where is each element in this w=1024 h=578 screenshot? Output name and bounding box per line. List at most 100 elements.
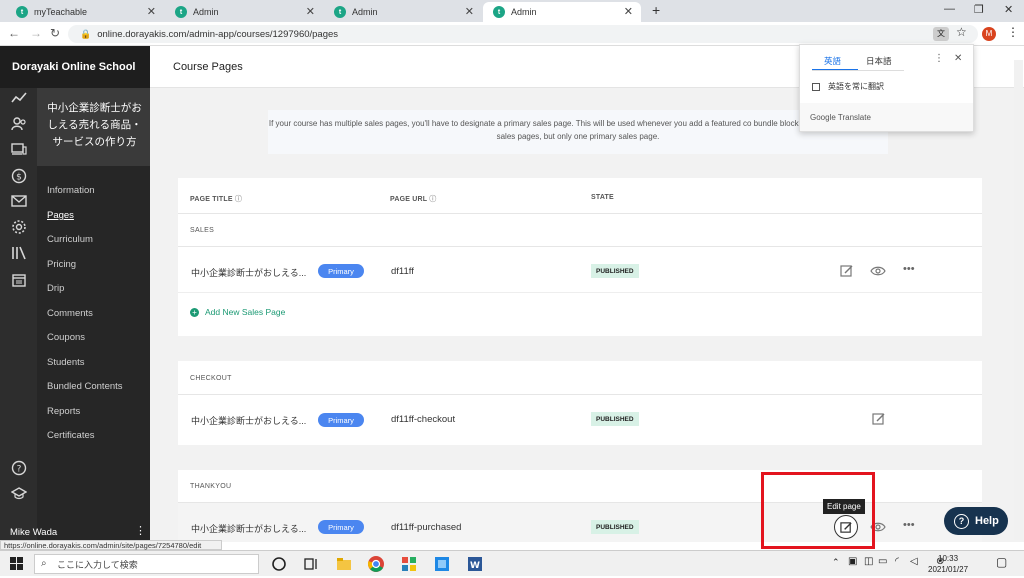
tray-chevron-icon[interactable]: ⌃ <box>832 557 840 568</box>
sidebar-item-curriculum[interactable]: Curriculum <box>47 234 93 245</box>
sidebar-item-certificates[interactable]: Certificates <box>47 430 95 441</box>
forward-icon[interactable]: → <box>30 26 42 40</box>
add-new-sales-page-link[interactable]: + Add New Sales Page <box>190 307 285 317</box>
tab-myteachable[interactable]: t myTeachable ✕ <box>6 2 164 22</box>
devices-icon[interactable] <box>10 142 27 159</box>
page-row-title[interactable]: 中小企業診断士がおしえる... <box>191 414 306 427</box>
close-tab-icon[interactable]: ✕ <box>465 5 474 18</box>
svg-text:$: $ <box>16 173 22 183</box>
always-translate-checkbox[interactable] <box>812 83 820 91</box>
page-row-url[interactable]: df11ff <box>391 266 414 277</box>
file-explorer-icon[interactable] <box>335 555 353 573</box>
cortana-icon[interactable] <box>270 555 288 573</box>
always-translate-label: 英語を常に翻訳 <box>828 82 884 91</box>
page-row-url[interactable]: df11ff-purchased <box>391 522 461 533</box>
close-tab-icon[interactable]: ✕ <box>306 5 315 18</box>
divider <box>178 213 982 214</box>
more-options-icon[interactable]: ••• <box>903 263 917 277</box>
section-title-sales: SALES <box>190 227 215 234</box>
new-tab-icon[interactable]: + <box>652 2 660 18</box>
windows-start-icon[interactable] <box>10 557 23 570</box>
tray-app-icon[interactable]: ◫ <box>864 556 873 567</box>
tab-admin-active[interactable]: t Admin ✕ <box>483 2 641 22</box>
divider <box>178 292 982 293</box>
sidebar-item-coupons[interactable]: Coupons <box>47 332 85 343</box>
profile-avatar[interactable]: M <box>982 27 996 41</box>
close-tab-icon[interactable]: ✕ <box>147 5 156 18</box>
edit-icon[interactable] <box>872 412 886 426</box>
scrollbar[interactable] <box>1014 60 1023 540</box>
translate-menu-icon[interactable]: ⋮ <box>934 53 944 64</box>
translate-icon[interactable]: 文 <box>933 27 949 41</box>
restore-icon[interactable]: ❐ <box>974 3 984 16</box>
sidebar-item-pages[interactable]: Pages <box>47 210 74 221</box>
word-icon[interactable]: W <box>466 555 484 573</box>
sidebar-item-drip[interactable]: Drip <box>47 283 64 294</box>
browser-menu-icon[interactable]: ⋮ <box>1007 25 1019 39</box>
sidebar-item-comments[interactable]: Comments <box>47 308 93 319</box>
page-row-title[interactable]: 中小企業診断士がおしえる... <box>191 522 306 535</box>
dollar-icon[interactable]: $ <box>10 168 27 185</box>
user-menu-icon[interactable]: ⋮ <box>135 524 146 537</box>
library-icon[interactable] <box>10 246 27 263</box>
primary-badge: Primary <box>318 264 364 278</box>
settings-gear-icon[interactable] <box>10 219 27 236</box>
app-grid-icon[interactable] <box>400 555 418 573</box>
graduation-cap-icon[interactable] <box>10 486 27 503</box>
window-close-icon[interactable]: ✕ <box>1004 3 1013 16</box>
search-icon: ⌕ <box>41 558 47 569</box>
battery-icon[interactable]: ▭ <box>878 556 887 567</box>
task-view-icon[interactable] <box>302 555 320 573</box>
user-name[interactable]: Mike Wada <box>10 527 57 538</box>
chrome-icon[interactable] <box>367 555 385 573</box>
info-icon: ⓘ <box>429 196 437 203</box>
tab-admin-1[interactable]: t Admin ✕ <box>165 2 323 22</box>
sidebar-item-reports[interactable]: Reports <box>47 406 80 417</box>
highlight-box <box>761 472 875 549</box>
help-button[interactable]: ? Help <box>944 507 1008 535</box>
translate-popup: 英語 日本語 ⋮ ✕ 英語を常に翻訳 Google Translate <box>799 44 974 132</box>
calendar-icon[interactable] <box>10 272 27 289</box>
tab-admin-2[interactable]: t Admin ✕ <box>324 2 482 22</box>
volume-icon[interactable]: ◁ <box>910 556 918 567</box>
google-translate-brand: Google Translate <box>810 113 871 122</box>
back-icon[interactable]: ← <box>8 26 20 40</box>
browser-tab-strip: t myTeachable ✕ t Admin ✕ t Admin ✕ t Ad… <box>0 0 1024 22</box>
taskbar-clock[interactable]: 10:33 2021/01/27 <box>928 553 968 575</box>
course-title[interactable]: 中小企業診断士がおしえる売れる商品・サービスの作り方 <box>37 88 150 166</box>
lang-from-tab[interactable]: 英語 <box>824 55 841 67</box>
page-row-title[interactable]: 中小企業診断士がおしえる... <box>191 266 306 279</box>
edit-icon[interactable] <box>840 264 854 278</box>
school-name[interactable]: Dorayaki Online School <box>0 46 150 88</box>
sidebar-item-bundled-contents[interactable]: Bundled Contents <box>47 381 123 392</box>
mail-icon[interactable] <box>10 194 27 211</box>
bookmark-star-icon[interactable]: ☆ <box>956 25 967 39</box>
tray-app-icon[interactable]: ▣ <box>848 556 857 567</box>
notifications-icon[interactable]: ▢ <box>996 555 1007 569</box>
url-field[interactable]: 🔒 online.dorayakis.com/admin-app/courses… <box>68 25 978 43</box>
info-banner: If your course has multiple sales pages,… <box>268 110 888 154</box>
eye-icon[interactable] <box>870 264 886 278</box>
analytics-icon[interactable] <box>10 91 27 108</box>
sidebar-item-students[interactable]: Students <box>47 357 85 368</box>
wifi-icon[interactable]: ◜ <box>895 556 899 567</box>
divider <box>812 70 904 71</box>
close-icon[interactable]: ✕ <box>954 53 962 64</box>
taskbar-search-input[interactable]: ⌕ ここに入力して検索 <box>34 554 259 574</box>
page-row-url[interactable]: df11ff-checkout <box>391 414 455 425</box>
sidebar-item-pricing[interactable]: Pricing <box>47 259 76 270</box>
primary-badge: Primary <box>318 413 364 427</box>
close-tab-icon[interactable]: ✕ <box>624 5 633 18</box>
address-bar: ← → ↻ 🔒 online.dorayakis.com/admin-app/c… <box>0 22 1024 46</box>
minimize-icon[interactable]: — <box>944 3 955 15</box>
photos-app-icon[interactable] <box>433 555 451 573</box>
help-circle-icon[interactable]: ? <box>10 460 27 477</box>
add-sales-page-label: Add New Sales Page <box>205 307 286 317</box>
sidebar-item-information[interactable]: Information <box>47 185 95 196</box>
svg-text:W: W <box>470 561 480 571</box>
clock-date: 2021/01/27 <box>928 565 969 574</box>
more-options-icon[interactable]: ••• <box>903 519 917 533</box>
lang-to-tab[interactable]: 日本語 <box>866 55 892 67</box>
reload-icon[interactable]: ↻ <box>50 26 60 40</box>
users-icon[interactable] <box>10 117 27 134</box>
